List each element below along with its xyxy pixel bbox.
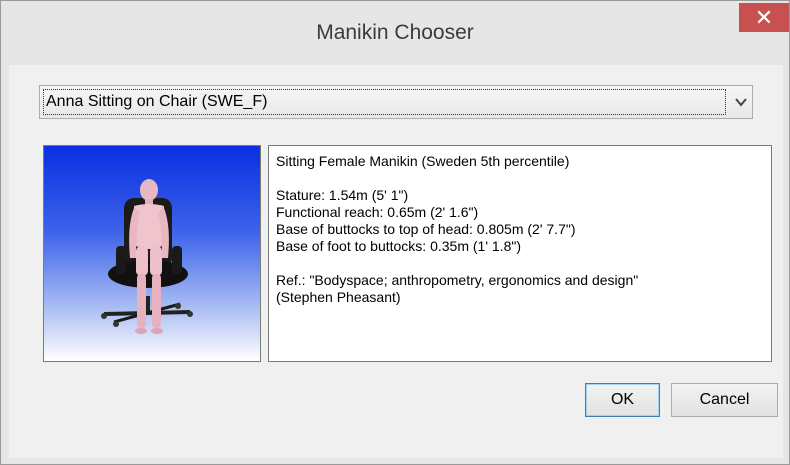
measurement-line: Functional reach: 0.65m (2' 1.6") [276, 204, 479, 220]
measurement-line: Base of foot to buttocks: 0.35m (1' 1.8"… [276, 238, 521, 254]
measurement-line: Stature: 1.54m (5' 1") [276, 187, 409, 203]
chevron-down-icon[interactable] [734, 95, 748, 109]
manikin-select-value: Anna Sitting on Chair (SWE_F) [46, 93, 268, 110]
reference-line: Ref.: "Bodyspace; anthropometry, ergonom… [276, 272, 639, 288]
reference-line: (Stephen Pheasant) [276, 289, 401, 305]
manikin-select[interactable]: Anna Sitting on Chair (SWE_F) [39, 85, 753, 119]
manikin-chooser-dialog: Manikin Chooser ✕ Anna Sitting on Chair … [0, 0, 790, 465]
manikin-description: Sitting Female Manikin (Sweden 5th perce… [268, 145, 772, 362]
dialog-title: Manikin Chooser [316, 21, 474, 44]
close-button[interactable]: ✕ [739, 3, 789, 32]
dialog-body: Anna Sitting on Chair (SWE_F) Sitting Fe… [9, 65, 783, 458]
manikin-preview [43, 145, 261, 362]
manikin-figure-icon [101, 179, 193, 334]
measurement-line: Base of buttocks to top of head: 0.805m … [276, 221, 576, 237]
description-heading: Sitting Female Manikin (Sweden 5th perce… [276, 153, 570, 169]
cancel-button[interactable]: Cancel [671, 383, 778, 417]
ok-button[interactable]: OK [585, 383, 660, 417]
title-bar[interactable]: Manikin Chooser ✕ [1, 1, 789, 64]
close-icon: ✕ [754, 5, 774, 30]
